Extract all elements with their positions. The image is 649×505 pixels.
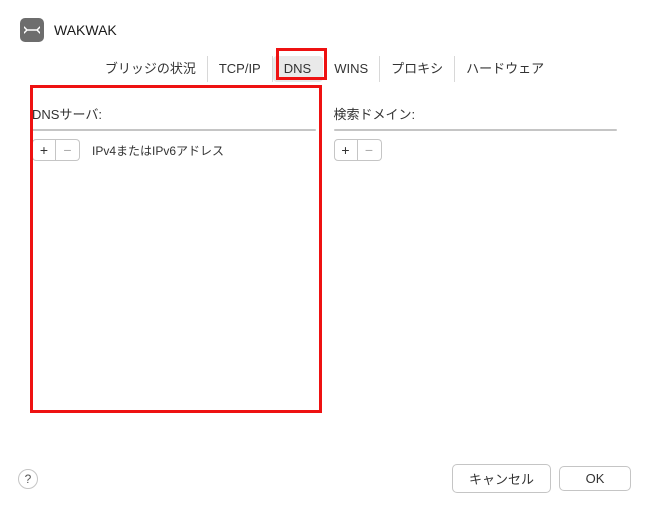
page-title: WAKWAK <box>54 22 117 38</box>
tab-bridge-status[interactable]: ブリッジの状況 <box>94 56 208 82</box>
dns-servers-controls: + − IPv4またはIPv6アドレス <box>32 137 316 163</box>
add-search-domain-button[interactable]: + <box>334 139 358 161</box>
dns-servers-column: DNSサーバ: + − IPv4またはIPv6アドレス <box>32 98 316 163</box>
remove-search-domain-button[interactable]: − <box>358 139 382 161</box>
help-button[interactable]: ? <box>18 469 38 489</box>
remove-dns-server-button[interactable]: − <box>56 139 80 161</box>
header: WAKWAK <box>0 0 649 52</box>
tabs: ブリッジの状況 TCP/IP DNS WINS プロキシ ハードウェア <box>0 56 649 82</box>
tab-dns[interactable]: DNS <box>273 56 323 82</box>
ok-button[interactable]: OK <box>559 466 631 491</box>
tab-proxy[interactable]: プロキシ <box>380 56 455 82</box>
dns-servers-label: DNSサーバ: <box>32 104 316 123</box>
search-domains-column: 検索ドメイン: + − <box>334 98 618 163</box>
footer: ? キャンセル OK <box>0 464 649 493</box>
search-domains-label: 検索ドメイン: <box>334 104 618 123</box>
cancel-button[interactable]: キャンセル <box>452 464 551 493</box>
network-bridge-icon <box>20 18 44 42</box>
tab-hardware[interactable]: ハードウェア <box>455 56 555 82</box>
add-dns-server-button[interactable]: + <box>32 139 56 161</box>
search-domains-list[interactable] <box>334 129 618 131</box>
tab-tcpip[interactable]: TCP/IP <box>208 56 273 82</box>
content-area: DNSサーバ: + − IPv4またはIPv6アドレス 検索ドメイン: + − <box>0 88 649 163</box>
dns-servers-list[interactable] <box>32 129 316 131</box>
dns-hint-text: IPv4またはIPv6アドレス <box>92 142 224 159</box>
search-domains-controls: + − <box>334 137 618 163</box>
tab-wins[interactable]: WINS <box>323 56 380 82</box>
